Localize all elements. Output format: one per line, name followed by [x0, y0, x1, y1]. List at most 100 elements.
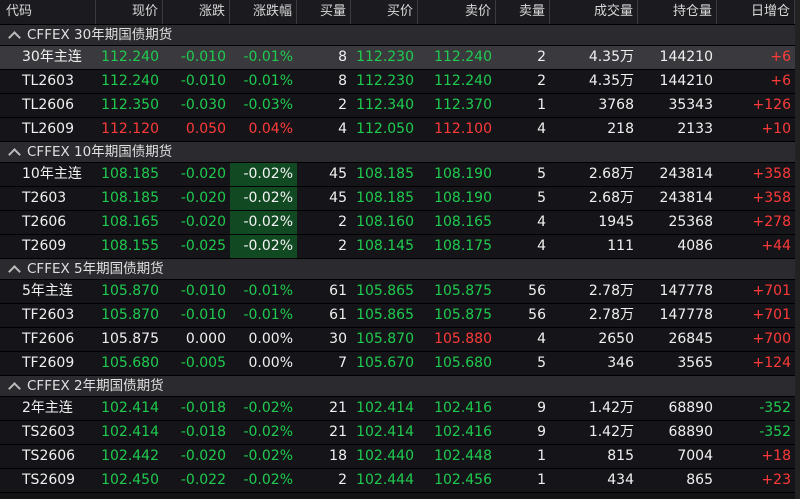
cell-code: 5年主连	[22, 283, 73, 299]
cell-price: 108.165	[101, 214, 159, 230]
cell-volume: 1.42万	[588, 424, 634, 440]
column-header-change[interactable]: 涨跌	[163, 0, 230, 24]
cell-open-interest: 4086	[677, 238, 713, 254]
cell-bid-volume: 18	[329, 448, 347, 464]
cell-ask-volume: 1	[537, 448, 546, 464]
cell-open-interest: 243814	[659, 190, 713, 206]
cell-bid-price: 102.440	[356, 448, 414, 464]
cell-bid-price: 102.414	[356, 424, 414, 440]
cell-change-pct: -0.01%	[243, 49, 293, 65]
cell-change-pct: -0.02%	[243, 448, 293, 464]
table-row[interactable]: 5年主连 105.870 -0.010 -0.01% 61 105.865 105.875 5…	[0, 280, 800, 304]
cell-bid-volume: 8	[338, 73, 347, 89]
cell-change: -0.025	[180, 238, 226, 254]
cell-ask-volume: 5	[537, 190, 546, 206]
column-header-ask-volume[interactable]: 卖量	[496, 0, 550, 24]
quote-body: CFFEX 30年期国债期货 30年主连 112.240 -0.010 -0.01% 8 1…	[0, 25, 800, 493]
column-header-daily-oi-change[interactable]: 日增仓	[717, 0, 795, 24]
column-header-bid-price[interactable]: 买价	[351, 0, 418, 24]
vertical-scrollbar[interactable]	[795, 0, 800, 499]
cell-change-pct: -0.02%	[243, 472, 293, 488]
chevron-up-icon[interactable]	[8, 381, 21, 395]
group-header[interactable]: CFFEX 10年期国债期货	[0, 142, 800, 163]
table-row[interactable]: T2606 108.165 -0.020 -0.02% 2 108.160 108.165 4…	[0, 211, 800, 235]
cell-daily-oi-change: +126	[752, 97, 791, 113]
cell-bid-volume: 7	[338, 355, 347, 371]
cell-volume: 3768	[598, 97, 634, 113]
cell-price: 108.185	[101, 166, 159, 182]
cell-code: 30年主连	[22, 49, 82, 65]
cell-daily-oi-change: +18	[761, 448, 791, 464]
table-row[interactable]: TF2606 105.875 0.000 0.00% 30 105.870 105.880 4…	[0, 328, 800, 352]
column-header-volume[interactable]: 成交量	[550, 0, 638, 24]
cell-change-pct: -0.02%	[243, 424, 293, 440]
cell-open-interest: 147778	[659, 307, 713, 323]
cell-daily-oi-change: +358	[752, 166, 791, 182]
cell-price: 105.875	[101, 331, 159, 347]
group-header[interactable]: CFFEX 30年期国债期货	[0, 25, 800, 46]
table-row[interactable]: TF2603 105.870 -0.010 -0.01% 61 105.865 105.87…	[0, 304, 800, 328]
cell-volume: 2.78万	[588, 283, 634, 299]
cell-ask-price: 108.165	[434, 214, 492, 230]
cell-price: 102.414	[101, 424, 159, 440]
table-row[interactable]: 10年主连 108.185 -0.020 -0.02% 45 108.185 108.190…	[0, 163, 800, 187]
table-row[interactable]: T2603 108.185 -0.020 -0.02% 45 108.185 108.190…	[0, 187, 800, 211]
column-header-code[interactable]: 代码	[0, 0, 96, 24]
cell-daily-oi-change: +10	[761, 121, 791, 137]
cell-bid-volume: 2	[338, 238, 347, 254]
cell-volume: 434	[607, 472, 634, 488]
column-header-open-interest[interactable]: 持仓量	[638, 0, 717, 24]
column-header-ask-price[interactable]: 卖价	[418, 0, 496, 24]
chevron-up-icon[interactable]	[8, 264, 21, 278]
table-row[interactable]: TS2606 102.442 -0.020 -0.02% 18 102.440 102.44…	[0, 445, 800, 469]
cell-ask-volume: 4	[537, 331, 546, 347]
cell-price: 105.870	[101, 283, 159, 299]
group-header[interactable]: CFFEX 5年期国债期货	[0, 259, 800, 280]
table-row[interactable]: TF2609 105.680 -0.005 0.00% 7 105.670 105.680 5…	[0, 352, 800, 376]
cell-bid-price: 108.185	[356, 190, 414, 206]
table-row[interactable]: TL2606 112.350 -0.030 -0.03% 2 112.340 112.370…	[0, 94, 800, 118]
cell-code: TS2603	[22, 424, 76, 440]
column-header-price[interactable]: 现价	[96, 0, 163, 24]
table-row[interactable]: TS2603 102.414 -0.018 -0.02% 21 102.414 102.41…	[0, 421, 800, 445]
column-header-change-pct[interactable]: 涨跌幅	[230, 0, 297, 24]
cell-ask-price: 112.240	[434, 49, 492, 65]
cell-change: 0.050	[185, 121, 226, 137]
cell-ask-volume: 2	[537, 73, 546, 89]
cell-code: T2603	[22, 190, 67, 206]
cell-change: -0.010	[180, 49, 226, 65]
cell-volume: 111	[607, 238, 634, 254]
cell-change: 0.000	[185, 331, 226, 347]
cell-ask-price: 112.370	[434, 97, 492, 113]
group-header[interactable]: CFFEX 2年期国债期货	[0, 376, 800, 397]
cell-ask-price: 112.100	[434, 121, 492, 137]
cell-ask-volume: 4	[537, 214, 546, 230]
cell-change: -0.022	[180, 472, 226, 488]
table-row[interactable]: TS2609 102.450 -0.022 -0.02% 2 102.444 102.456…	[0, 469, 800, 493]
cell-daily-oi-change: +700	[752, 331, 791, 347]
group-title: CFFEX 2年期国债期货	[27, 378, 164, 394]
table-row[interactable]: 2年主连 102.414 -0.018 -0.02% 21 102.414 102.416 9…	[0, 397, 800, 421]
chevron-up-icon[interactable]	[8, 147, 21, 161]
cell-code: TF2609	[22, 355, 75, 371]
cell-ask-price: 102.456	[434, 472, 492, 488]
cell-volume: 218	[607, 121, 634, 137]
cell-code: TL2606	[22, 97, 74, 113]
column-header-bid-volume[interactable]: 买量	[297, 0, 351, 24]
cell-volume: 346	[607, 355, 634, 371]
table-row[interactable]: TL2609 112.120 0.050 0.04% 4 112.050 112.100 4 2…	[0, 118, 800, 142]
cell-bid-volume: 4	[338, 121, 347, 137]
cell-bid-price: 105.865	[356, 283, 414, 299]
cell-code: T2606	[22, 214, 67, 230]
cell-change-pct: -0.03%	[243, 97, 293, 113]
table-row[interactable]: T2609 108.155 -0.025 -0.02% 2 108.145 108.175 4…	[0, 235, 800, 259]
table-row[interactable]: TL2603 112.240 -0.010 -0.01% 8 112.230 112.240…	[0, 70, 800, 94]
table-row[interactable]: 30年主连 112.240 -0.010 -0.01% 8 112.230 112.240 2…	[0, 46, 800, 70]
cell-open-interest: 7004	[677, 448, 713, 464]
chevron-up-icon[interactable]	[8, 30, 21, 44]
cell-bid-price: 112.340	[356, 97, 414, 113]
cell-change-pct: -0.02%	[230, 163, 297, 186]
cell-ask-price: 105.875	[434, 307, 492, 323]
cell-ask-volume: 5	[537, 355, 546, 371]
cell-bid-price: 108.185	[356, 166, 414, 182]
